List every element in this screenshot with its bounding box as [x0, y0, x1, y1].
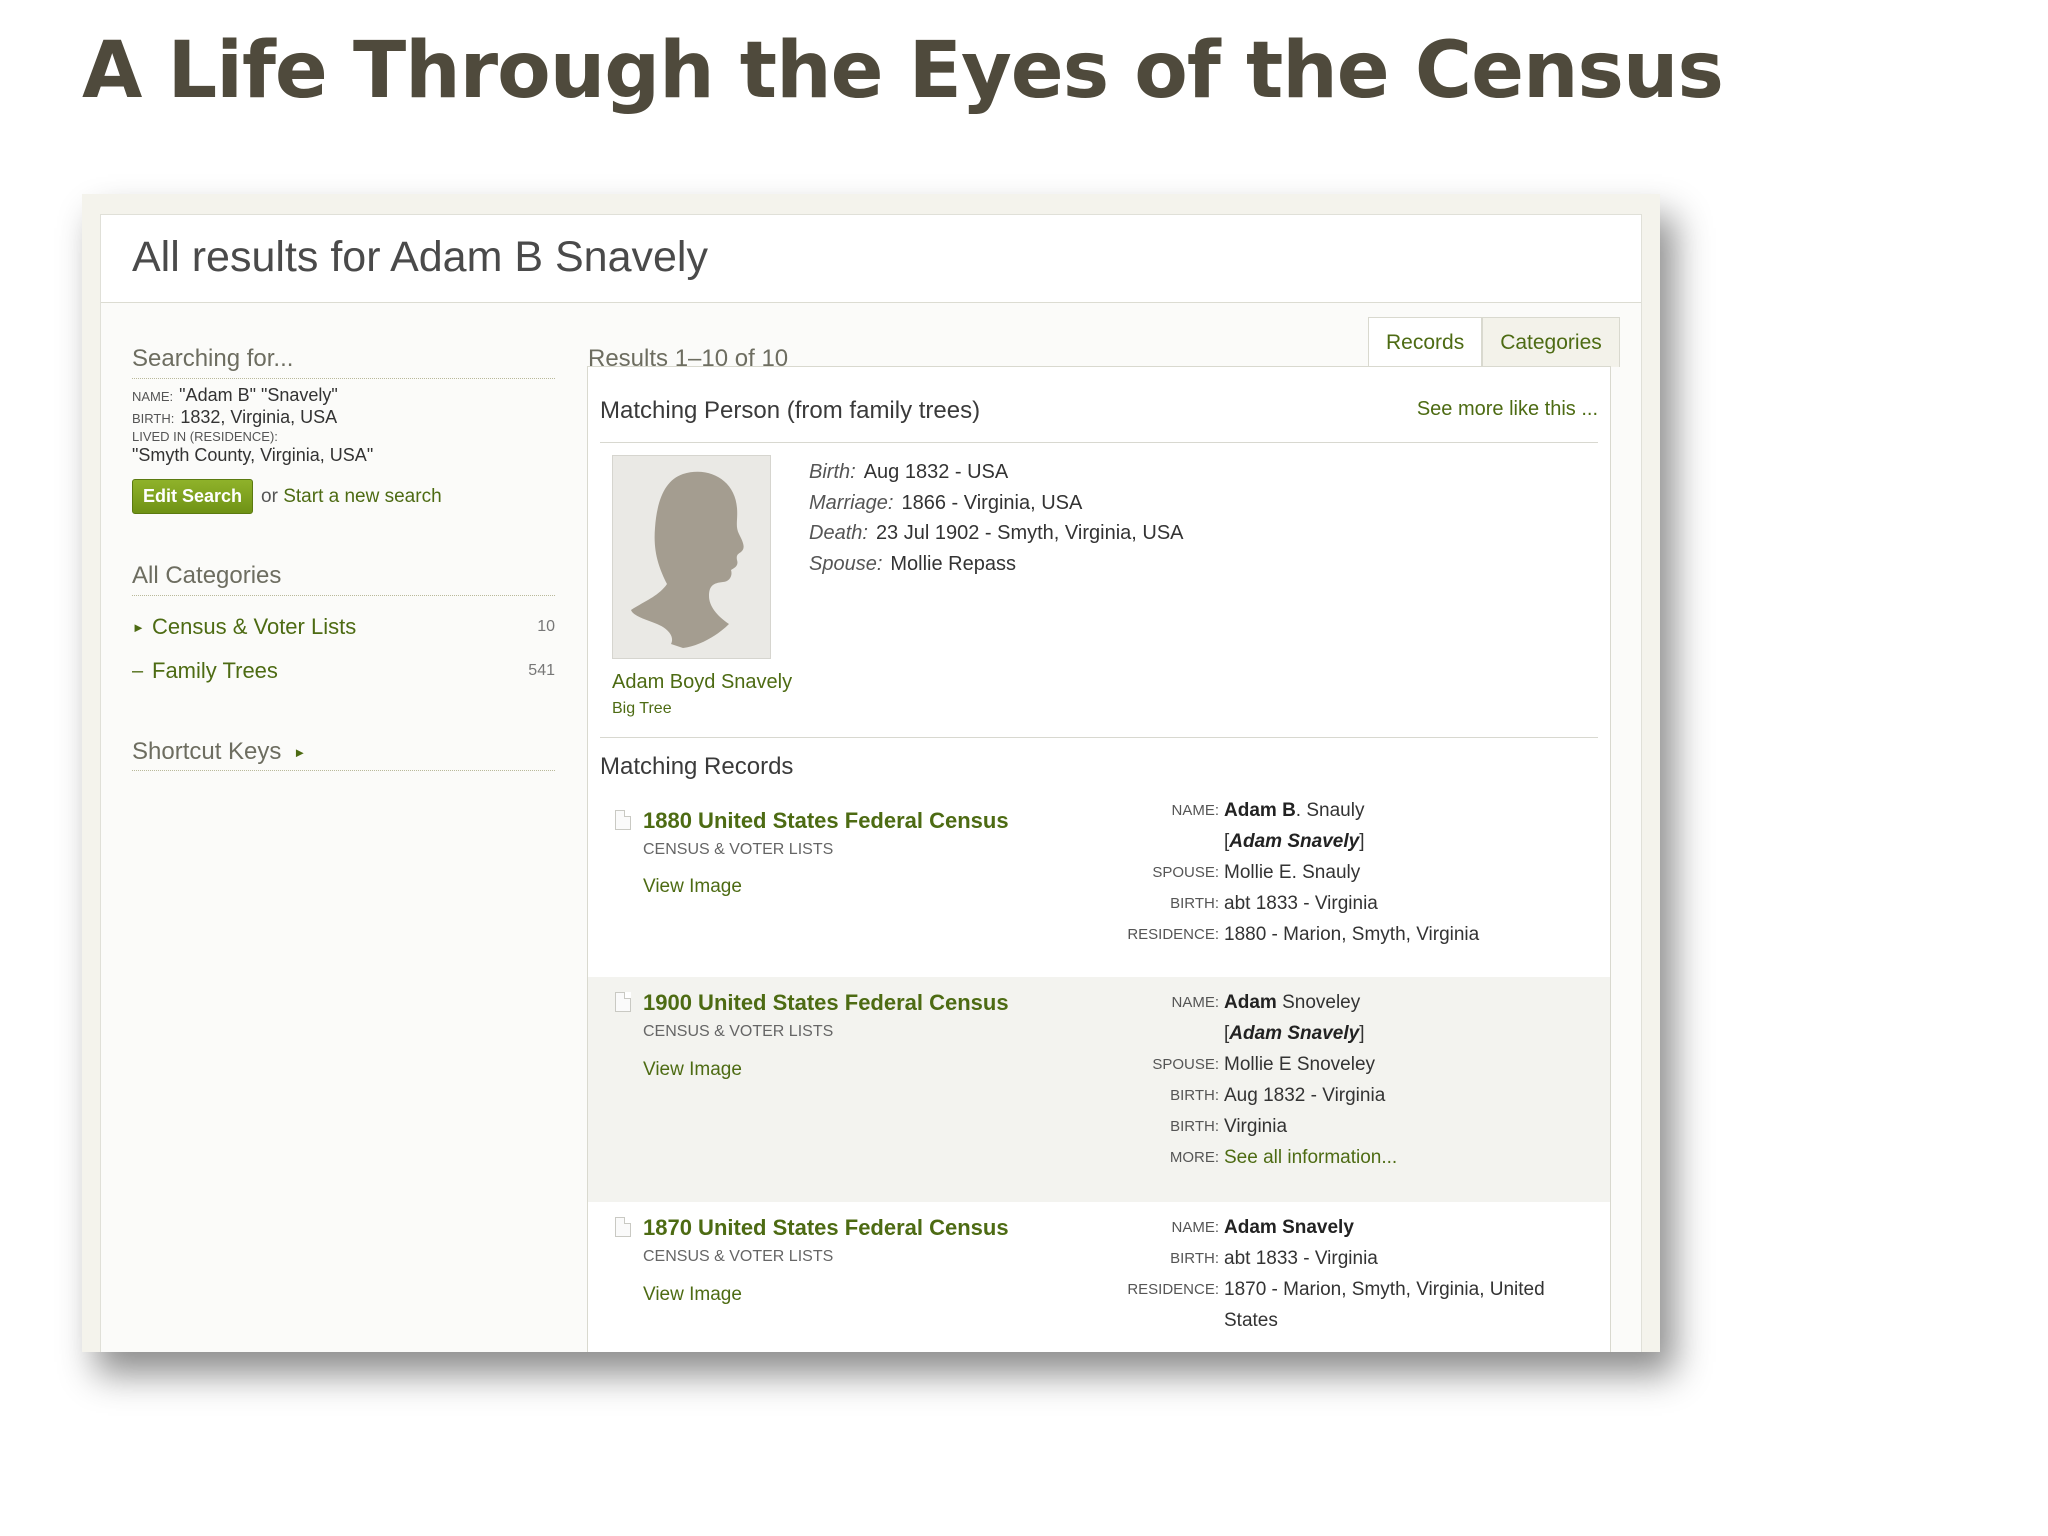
- or-label: or: [261, 485, 278, 507]
- record-row: 1870 United States Federal Census CENSUS…: [588, 1202, 1610, 1352]
- category-family-trees[interactable]: – Family Trees 541: [132, 658, 555, 684]
- field-label: BIRTH:: [1170, 895, 1219, 912]
- fact-label: Spouse:: [809, 552, 883, 575]
- field-label: NAME:: [1171, 802, 1219, 819]
- sidebar: Searching for... NAME: "Adam B" "Snavely"…: [132, 345, 555, 771]
- person-silhouette-icon[interactable]: [612, 455, 771, 659]
- residence-value: 1880 - Marion, Smyth, Virginia: [1224, 924, 1480, 945]
- field-label: NAME:: [1171, 994, 1219, 1011]
- page-title: All results for Adam B Snavely: [132, 233, 708, 281]
- view-tabs: Records Categories: [1368, 317, 1620, 367]
- category-census-voter-lists[interactable]: ► Census & Voter Lists 10: [132, 614, 555, 640]
- fact-value: 1866 - Virginia, USA: [901, 491, 1083, 514]
- record-row: 1880 United States Federal Census CENSUS…: [588, 795, 1610, 977]
- record-fields: NAME: Adam Snoveley [Adam Snavely] SPOUSE…: [1088, 987, 1558, 1173]
- name-rest: Snoveley: [1276, 992, 1361, 1013]
- all-categories-heading: All Categories: [132, 562, 555, 596]
- fact-label: Marriage:: [809, 491, 894, 514]
- record-category: CENSUS & VOTER LISTS: [643, 841, 834, 858]
- category-label[interactable]: Family Trees: [152, 658, 278, 684]
- alias-name: Adam Snavely: [1229, 831, 1360, 852]
- birth-value: abt 1833 - Virginia: [1224, 893, 1378, 914]
- record-title-link[interactable]: 1900 United States Federal Census: [643, 990, 1009, 1016]
- person-facts: Birth: Aug 1832 - USA Marriage: 1866 - Vir…: [809, 457, 1184, 579]
- results-panel: Matching Person (from family trees) See …: [587, 366, 1611, 1352]
- start-new-search-link[interactable]: Start a new search: [283, 486, 441, 507]
- document-icon: [615, 1217, 631, 1237]
- field-label: SPOUSE:: [1152, 1056, 1219, 1073]
- person-tree-name: Big Tree: [612, 700, 672, 717]
- record-title-link[interactable]: 1870 United States Federal Census: [643, 1215, 1009, 1241]
- record-category: CENSUS & VOTER LISTS: [643, 1248, 834, 1265]
- triangle-right-icon: ►: [293, 744, 307, 760]
- name-match: Adam: [1224, 992, 1277, 1013]
- record-title-link[interactable]: 1880 United States Federal Census: [643, 808, 1009, 834]
- birth-value: Virginia: [1224, 1116, 1288, 1137]
- field-label: RESIDENCE:: [1127, 926, 1219, 943]
- categories-section: All Categories ► Census & Voter Lists 10…: [132, 562, 555, 684]
- residence-value: 1870 - Marion, Smyth, Virginia, United S…: [1224, 1279, 1545, 1331]
- field-label: BIRTH:: [1170, 1118, 1219, 1135]
- alias-name: Adam Snavely: [1229, 1023, 1360, 1044]
- document-icon: [615, 992, 631, 1012]
- search-criteria: NAME: "Adam B" "Snavely" BIRTH: 1832, Virg…: [132, 385, 555, 465]
- search-actions: Edit Search or Start a new search: [132, 479, 555, 514]
- view-image-link[interactable]: View Image: [643, 1059, 742, 1081]
- spouse-value: Mollie E. Snauly: [1224, 862, 1361, 883]
- field-label: BIRTH:: [1170, 1087, 1219, 1104]
- edit-search-button[interactable]: Edit Search: [132, 479, 254, 514]
- page-header: All results for Adam B Snavely: [101, 215, 1641, 303]
- birth-value: Aug 1832 - Virginia: [1224, 1085, 1386, 1106]
- name-match: Adam Snavely: [1224, 1217, 1354, 1238]
- dash-icon: –: [132, 659, 144, 682]
- name-criteria-value: "Adam B" "Snavely": [179, 385, 338, 405]
- tab-records[interactable]: Records: [1368, 317, 1483, 367]
- matching-person-card: Adam Boyd Snavely Big Tree Birth: Aug 183…: [600, 443, 1598, 738]
- tab-categories[interactable]: Categories: [1482, 317, 1620, 367]
- fact-value: Mollie Repass: [890, 552, 1016, 575]
- or-text: or Start a new search: [261, 486, 442, 508]
- document-icon: [615, 810, 631, 830]
- category-count: 541: [528, 662, 555, 679]
- birth-value: abt 1833 - Virginia: [1224, 1248, 1378, 1269]
- field-label: MORE:: [1169, 1149, 1219, 1166]
- searching-for-heading: Searching for...: [132, 345, 555, 379]
- field-label: RESIDENCE:: [1127, 1281, 1219, 1298]
- name-rest: . Snauly: [1295, 800, 1365, 821]
- record-fields: NAME: Adam Snavely BIRTH: abt 1833 - Virgi…: [1088, 1212, 1558, 1336]
- shortcut-keys[interactable]: Shortcut Keys ►: [132, 738, 555, 771]
- field-label: BIRTH:: [1170, 1250, 1219, 1267]
- birth-criteria-value: 1832, Virginia, USA: [180, 407, 338, 427]
- fact-label: Death:: [809, 522, 868, 544]
- view-image-link[interactable]: View Image: [643, 876, 742, 898]
- triangle-right-icon: ►: [132, 619, 145, 635]
- matching-person-heading: Matching Person (from family trees): [600, 397, 981, 424]
- name-match: Adam B: [1224, 800, 1296, 821]
- record-row: 1900 United States Federal Census CENSUS…: [588, 977, 1610, 1202]
- fact-value: Aug 1832 - USA: [863, 461, 1009, 483]
- field-label: NAME:: [1171, 1219, 1219, 1236]
- matching-records-heading: Matching Records: [600, 753, 794, 780]
- matching-person-header: Matching Person (from family trees) See …: [600, 367, 1598, 443]
- see-all-information-link[interactable]: See all information...: [1224, 1142, 1554, 1173]
- spouse-value: Mollie E Snoveley: [1224, 1054, 1376, 1075]
- birth-criteria-label: BIRTH:: [132, 411, 175, 426]
- record-category: CENSUS & VOTER LISTS: [643, 1023, 834, 1040]
- record-fields: NAME: Adam B. Snauly [Adam Snavely] SPOUS…: [1088, 795, 1558, 950]
- shortcut-keys-label[interactable]: Shortcut Keys: [132, 738, 281, 766]
- residence-criteria-label: LIVED IN (RESIDENCE):: [132, 429, 278, 444]
- person-name-link[interactable]: Adam Boyd Snavely: [612, 671, 792, 694]
- category-label[interactable]: Census & Voter Lists: [152, 614, 356, 640]
- fact-label: Birth:: [809, 461, 856, 483]
- fact-value: 23 Jul 1902 - Smyth, Virginia, USA: [875, 522, 1184, 544]
- residence-criteria-value: "Smyth County, Virginia, USA": [132, 445, 374, 465]
- results-page: All results for Adam B Snavely Searching…: [100, 214, 1642, 1352]
- category-count: 10: [537, 618, 555, 635]
- field-label: SPOUSE:: [1152, 864, 1219, 881]
- view-image-link[interactable]: View Image: [643, 1284, 742, 1306]
- see-more-link[interactable]: See more like this ...: [1417, 398, 1598, 421]
- search-results-screenshot: All results for Adam B Snavely Searching…: [82, 194, 1660, 1352]
- name-criteria-label: NAME:: [132, 389, 174, 404]
- slide-title: A Life Through the Eyes of the Census: [82, 26, 1724, 116]
